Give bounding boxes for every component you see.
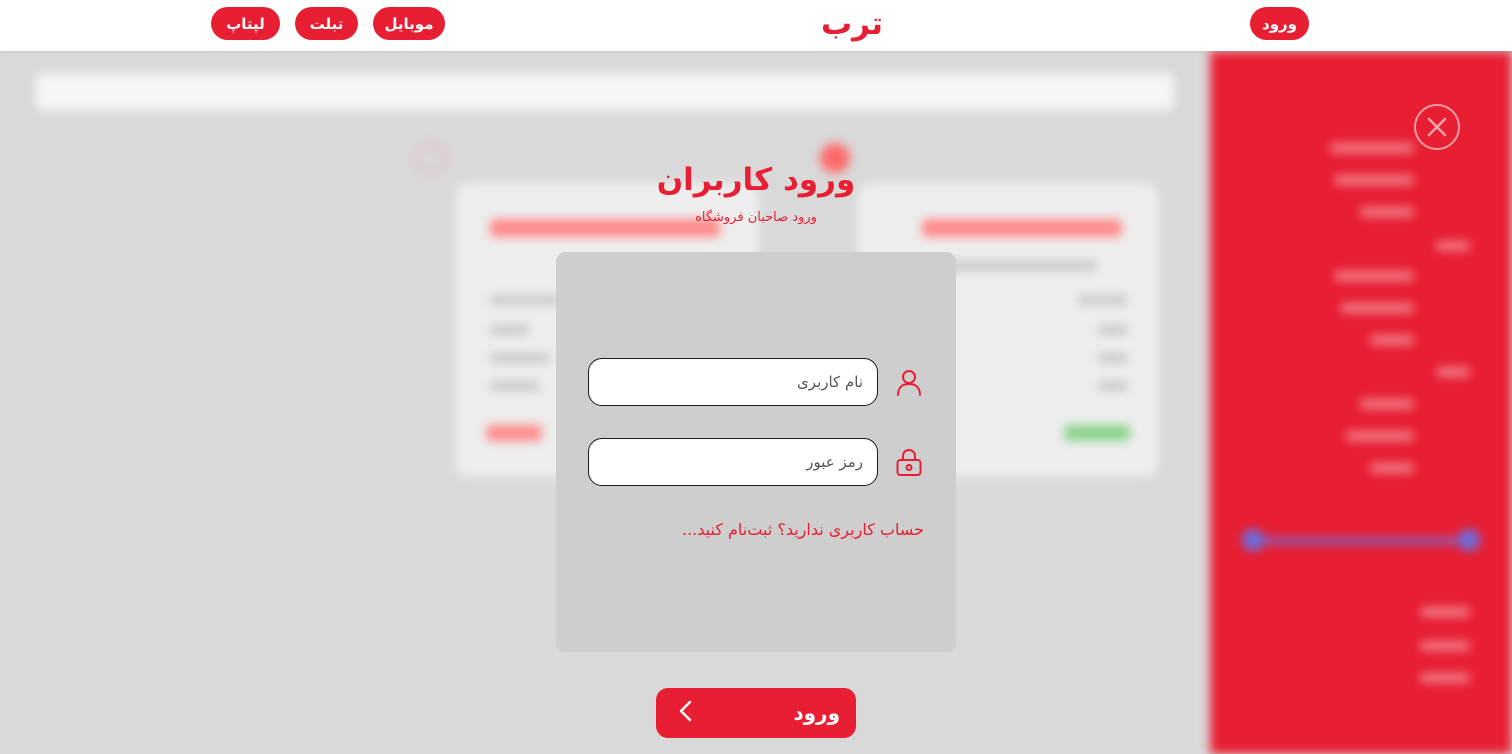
login-title: ورود کاربران xyxy=(656,162,856,198)
background-search-bar xyxy=(36,74,1174,110)
background-dot xyxy=(416,143,446,173)
background-filter-sidebar xyxy=(1210,51,1512,754)
close-icon[interactable] xyxy=(1414,104,1460,150)
chevron-left-icon xyxy=(672,697,700,729)
category-tablet-button[interactable]: تبلت xyxy=(295,7,358,40)
category-mobile-button[interactable]: موبایل xyxy=(373,7,445,40)
login-form-panel: حساب کاربری ندارید؟ ثبت‌نام کنید... xyxy=(556,252,956,652)
top-navbar: لپتاپ تبلت موبایل ترب ورود xyxy=(0,0,1512,51)
login-subtitle: ورود صاحبان فروشگاه xyxy=(695,210,817,225)
page: لپتاپ تبلت موبایل ترب ورود ورود کاربران … xyxy=(0,0,1512,754)
register-link[interactable]: حساب کاربری ندارید؟ ثبت‌نام کنید... xyxy=(656,520,924,539)
password-input[interactable] xyxy=(588,438,878,486)
username-input[interactable] xyxy=(588,358,878,406)
user-icon xyxy=(894,367,924,397)
header-login-button[interactable]: ورود xyxy=(1250,7,1309,40)
lock-icon xyxy=(894,447,924,477)
brand-logo[interactable]: ترب xyxy=(804,2,900,46)
login-submit-button[interactable]: ورود xyxy=(656,688,856,738)
category-laptop-button[interactable]: لپتاپ xyxy=(211,7,280,40)
login-submit-label: ورود xyxy=(793,701,840,725)
